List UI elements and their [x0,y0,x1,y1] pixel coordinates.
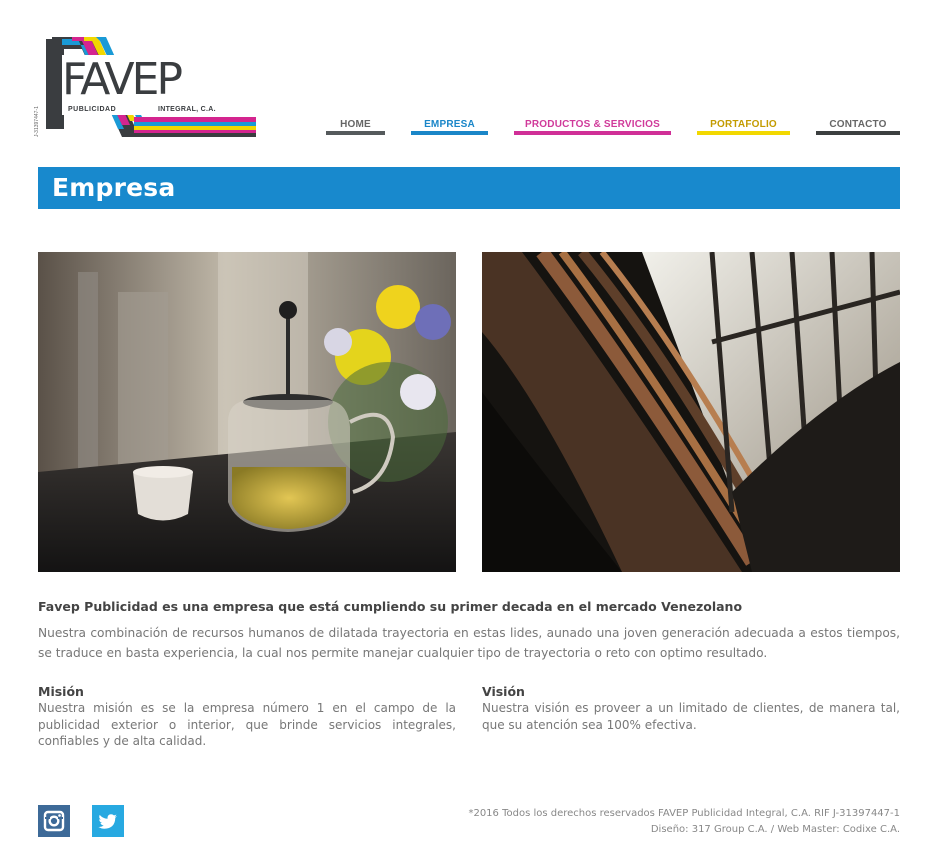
nav-contacto-label: CONTACTO [829,119,887,130]
twitter-button[interactable] [92,805,124,837]
nav-empresa-underline [411,131,488,135]
nav-productos-label: PRODUCTOS & SERVICIOS [525,119,660,130]
twitter-icon [98,814,117,829]
instagram-button[interactable] [38,805,70,837]
nav-productos-underline [514,131,671,135]
instagram-icon [43,810,65,832]
vision-text: Nuestra visión es proveer a un limitado … [482,701,900,732]
logo-subtitle-right: INTEGRAL, C.A. [158,106,216,113]
footer-copyright: *2016 Todos los derechos reservados FAVE… [468,808,900,819]
logo-rif: J-31397447-1 [34,106,40,137]
mision-title: Misión [38,684,84,699]
nav-contacto[interactable]: CONTACTO [816,118,900,135]
teapot-photo [38,252,456,572]
main-nav: HOME EMPRESA PRODUCTOS & SERVICIOS PORTA… [326,118,900,136]
intro-text: Nuestra combinación de recursos humanos … [38,626,900,660]
footer-design-credits: Diseño: 317 Group C.A. / Web Master: Cod… [650,824,900,835]
vision-section: Visión Nuestra visión es proveer a un li… [482,684,900,733]
favep-logo[interactable]: FAVEP PUBLICIDAD INTEGRAL, C.A. J-313974… [34,33,260,141]
nav-portafolio[interactable]: PORTAFOLIO [697,118,790,135]
logo-wordmark: FAVEP [62,54,183,105]
nav-home-underline [326,131,385,135]
intro-title: Favep Publicidad es una empresa que está… [38,599,743,614]
mision-section: Misión Nuestra misión es se la empresa n… [38,684,456,750]
nav-contacto-underline [816,131,900,135]
nav-productos-servicios[interactable]: PRODUCTOS & SERVICIOS [514,118,671,135]
mision-text: Nuestra misión es se la empresa número 1… [38,701,456,748]
library-photo [482,252,900,572]
logo-subtitle-left: PUBLICIDAD [68,106,117,113]
nav-portafolio-label: PORTAFOLIO [710,119,777,130]
vision-title: Visión [482,684,525,699]
page-title: Empresa [52,173,176,202]
page-title-banner: Empresa [38,167,900,209]
nav-home-label: HOME [340,119,371,130]
footer-credits: *2016 Todos los derechos reservados FAVE… [468,806,900,838]
nav-portafolio-underline [697,131,790,135]
nav-home[interactable]: HOME [326,118,385,135]
nav-empresa[interactable]: EMPRESA [411,118,488,135]
nav-empresa-label: EMPRESA [424,119,475,130]
